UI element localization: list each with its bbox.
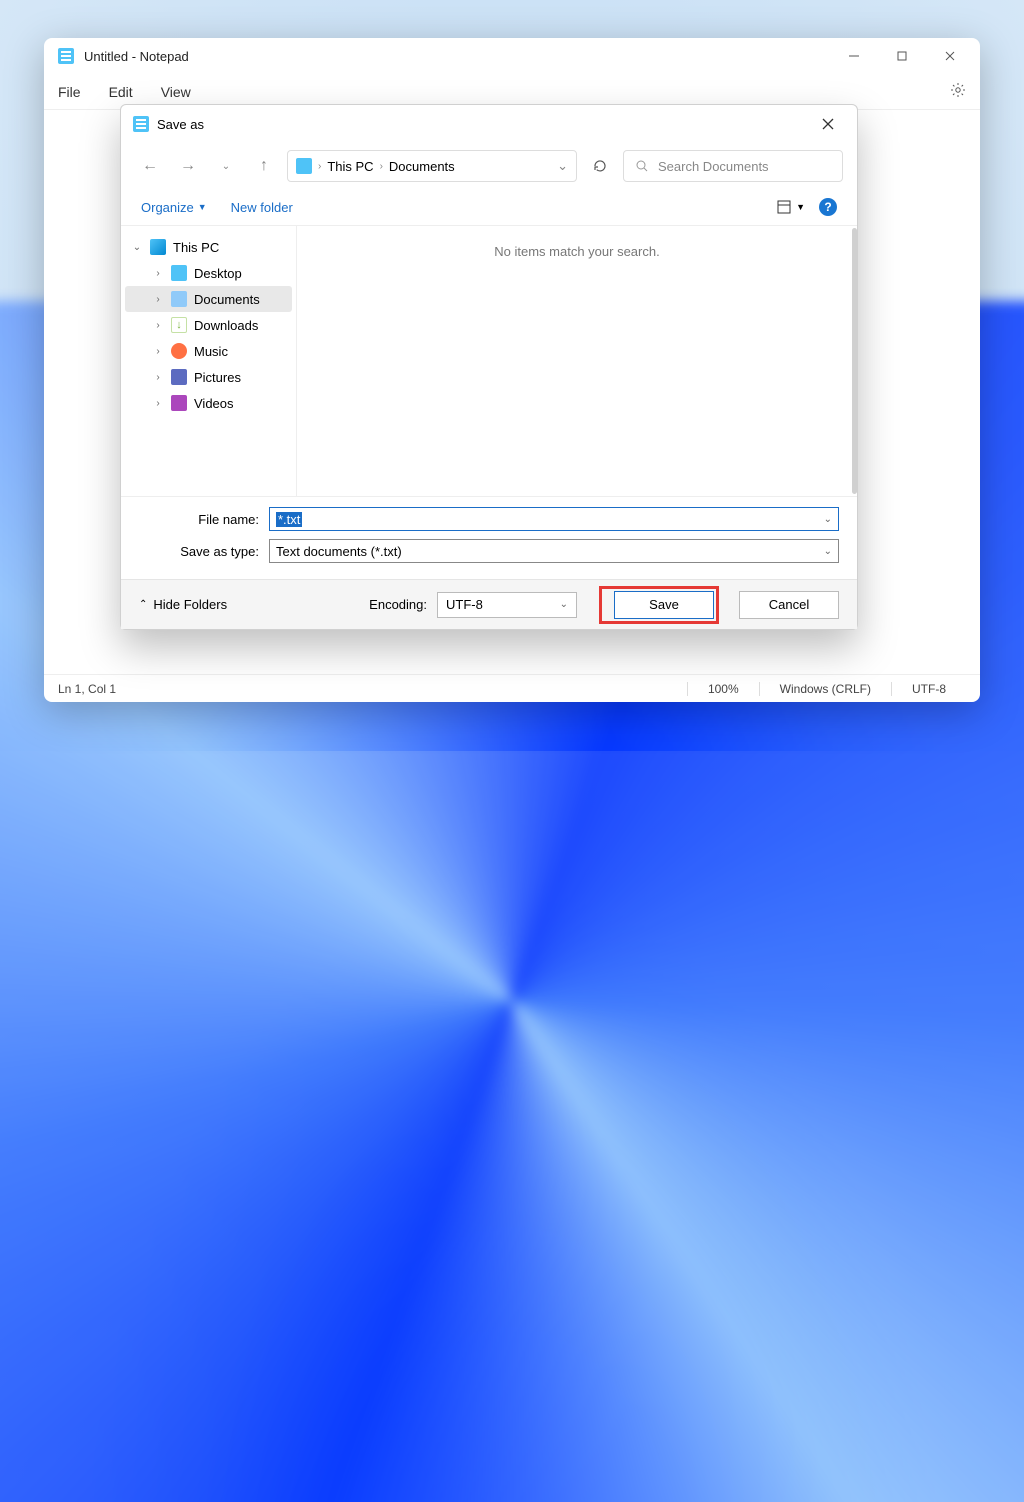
status-position: Ln 1, Col 1 <box>58 682 687 696</box>
new-folder-button[interactable]: New folder <box>231 200 293 215</box>
empty-message: No items match your search. <box>494 244 659 259</box>
chevron-right-icon: › <box>318 161 321 172</box>
status-zoom: 100% <box>687 682 759 696</box>
encoding-select[interactable]: UTF-8 ⌄ <box>437 592 577 618</box>
music-icon <box>171 343 187 359</box>
filename-input[interactable]: *.txt ⌄ <box>269 507 839 531</box>
desktop-icon <box>171 265 187 281</box>
minimize-button[interactable] <box>832 41 876 71</box>
refresh-icon[interactable] <box>585 151 615 181</box>
window-title: Untitled - Notepad <box>84 49 832 64</box>
status-eol: Windows (CRLF) <box>759 682 891 696</box>
breadcrumb[interactable]: › This PC › Documents ⌄ <box>287 150 577 182</box>
chevron-right-icon: › <box>152 320 164 331</box>
sidebar-item-pictures[interactable]: › Pictures <box>125 364 292 390</box>
pc-icon <box>150 239 166 255</box>
dialog-titlebar: Save as <box>121 105 857 143</box>
chevron-right-icon: › <box>152 268 164 279</box>
search-icon <box>634 158 650 174</box>
chevron-down-icon: ⌄ <box>131 242 143 253</box>
breadcrumb-dropdown-icon[interactable]: ⌄ <box>557 158 568 174</box>
dialog-nav: ← → ⌄ ↑ › This PC › Documents ⌄ Search D… <box>121 143 857 189</box>
dialog-bottom: ⌃ Hide Folders Encoding: UTF-8 ⌄ Save Ca… <box>121 579 857 629</box>
sidebar: ⌄ This PC › Desktop › Documents › ↓ Down… <box>121 226 297 496</box>
save-as-dialog: Save as ← → ⌄ ↑ › This PC › Documents ⌄ … <box>120 104 858 630</box>
cancel-button[interactable]: Cancel <box>739 591 839 619</box>
chevron-up-icon: ⌃ <box>139 599 147 610</box>
statusbar: Ln 1, Col 1 100% Windows (CRLF) UTF-8 <box>44 674 980 702</box>
dialog-close-button[interactable] <box>811 111 845 137</box>
videos-icon <box>171 395 187 411</box>
notepad-icon <box>58 48 74 64</box>
settings-gear-icon[interactable] <box>950 82 966 101</box>
chevron-right-icon: › <box>152 294 164 305</box>
dialog-toolbar: Organize ▼ New folder ▼ ? <box>121 189 857 225</box>
nav-up-icon[interactable]: ↑ <box>249 151 279 181</box>
sidebar-item-this-pc[interactable]: ⌄ This PC <box>125 234 292 260</box>
breadcrumb-current[interactable]: Documents <box>389 159 455 174</box>
menu-file[interactable]: File <box>58 84 81 100</box>
chevron-down-icon: ⌄ <box>560 599 568 610</box>
sidebar-item-desktop[interactable]: › Desktop <box>125 260 292 286</box>
view-mode-button[interactable]: ▼ <box>776 199 805 215</box>
dialog-fields: File name: *.txt ⌄ Save as type: Text do… <box>121 497 857 579</box>
encoding-label: Encoding: <box>369 597 427 612</box>
filename-label: File name: <box>139 512 269 527</box>
sidebar-item-videos[interactable]: › Videos <box>125 390 292 416</box>
search-placeholder: Search Documents <box>658 159 769 174</box>
chevron-right-icon: › <box>152 372 164 383</box>
chevron-right-icon: › <box>380 161 383 172</box>
breadcrumb-pc-icon <box>296 158 312 174</box>
hide-folders-button[interactable]: ⌃ Hide Folders <box>139 597 227 612</box>
sidebar-item-documents[interactable]: › Documents <box>125 286 292 312</box>
documents-icon <box>171 291 187 307</box>
breadcrumb-root[interactable]: This PC <box>327 159 373 174</box>
chevron-right-icon: › <box>152 346 164 357</box>
menu-edit[interactable]: Edit <box>109 84 133 100</box>
highlight-box: Save <box>599 586 719 624</box>
file-pane[interactable]: No items match your search. <box>297 226 857 496</box>
menu-view[interactable]: View <box>161 84 191 100</box>
maximize-button[interactable] <box>880 41 924 71</box>
chevron-down-icon[interactable]: ⌄ <box>824 514 832 525</box>
organize-button[interactable]: Organize ▼ <box>141 200 207 215</box>
dialog-title: Save as <box>157 117 204 132</box>
titlebar: Untitled - Notepad <box>44 38 980 74</box>
sidebar-item-music[interactable]: › Music <box>125 338 292 364</box>
nav-back-icon[interactable]: ← <box>135 151 165 181</box>
type-label: Save as type: <box>139 544 269 559</box>
chevron-down-icon[interactable]: ⌄ <box>824 546 832 557</box>
pictures-icon <box>171 369 187 385</box>
save-button[interactable]: Save <box>614 591 714 619</box>
close-button[interactable] <box>928 41 972 71</box>
nav-forward-icon[interactable]: → <box>173 151 203 181</box>
type-select[interactable]: Text documents (*.txt) ⌄ <box>269 539 839 563</box>
status-encoding: UTF-8 <box>891 682 966 696</box>
search-input[interactable]: Search Documents <box>623 150 843 182</box>
chevron-right-icon: › <box>152 398 164 409</box>
downloads-icon: ↓ <box>171 317 187 333</box>
scrollbar[interactable] <box>852 228 857 494</box>
sidebar-item-downloads[interactable]: › ↓ Downloads <box>125 312 292 338</box>
help-icon[interactable]: ? <box>819 198 837 216</box>
nav-recent-icon[interactable]: ⌄ <box>211 151 241 181</box>
dialog-icon <box>133 116 149 132</box>
